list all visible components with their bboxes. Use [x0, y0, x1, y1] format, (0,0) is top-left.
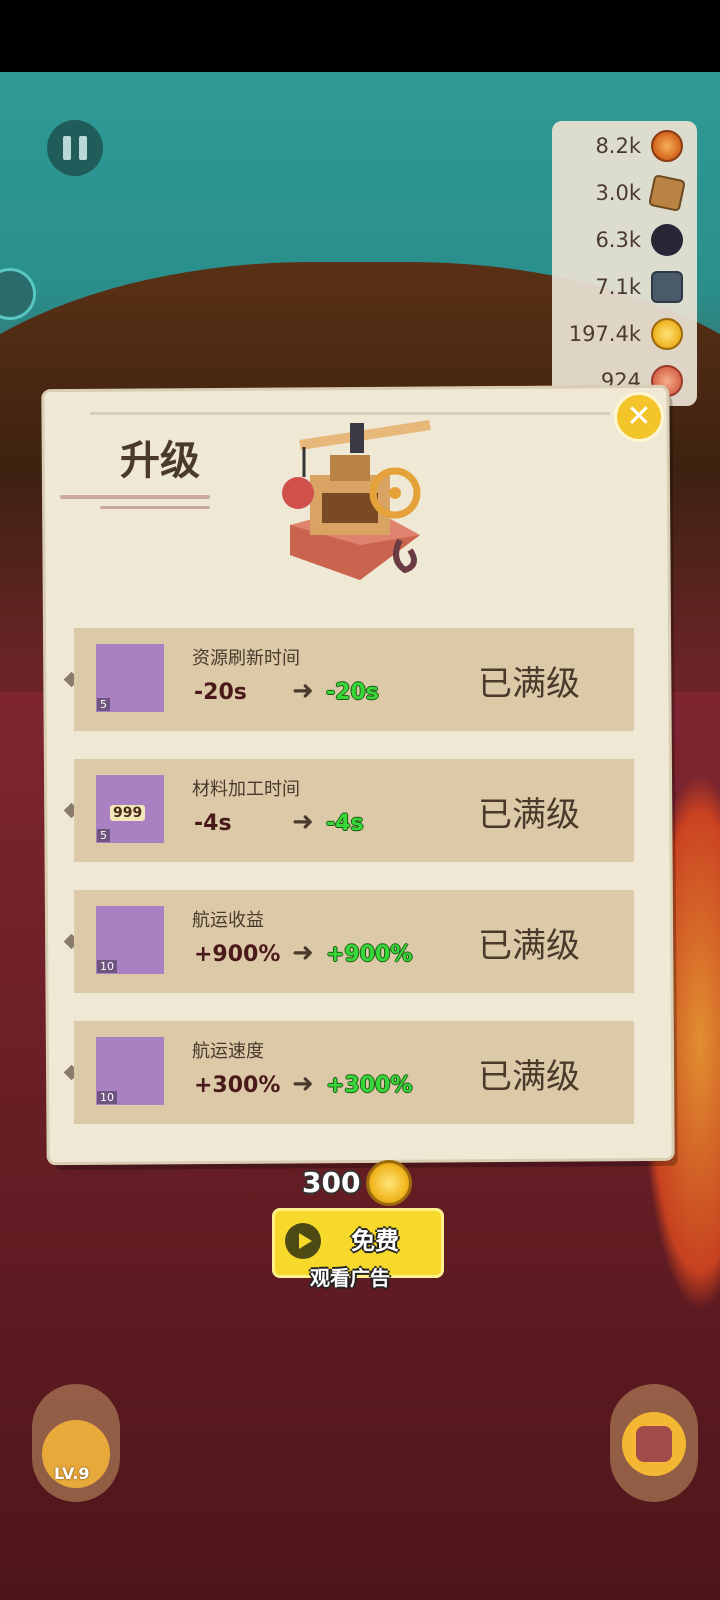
backpack-shape — [636, 1426, 672, 1462]
sailboat-icon: 10 — [96, 1037, 164, 1105]
pause-button[interactable] — [47, 120, 103, 176]
max-level-label: 已满级 — [478, 1057, 580, 1097]
title-underline — [60, 495, 210, 499]
current-value: -4s — [194, 811, 232, 836]
current-value: +300% — [194, 1073, 281, 1098]
upgrade-name: 航运收益 — [192, 910, 264, 931]
arrow-right-icon: ➜ — [292, 676, 314, 706]
backpack-icon — [622, 1412, 686, 1476]
crane-building-icon — [282, 420, 431, 580]
resource-value: 7.1k — [595, 275, 641, 299]
level-label: LV.9 — [54, 1464, 90, 1483]
wood-999-icon: 999 5 — [96, 775, 164, 843]
free-label: 免费 — [351, 1227, 399, 1255]
pause-icon-bar — [79, 136, 87, 160]
upgrade-name: 资源刷新时间 — [192, 648, 300, 669]
pause-icon-bar — [63, 136, 71, 160]
max-level-label: 已满级 — [478, 664, 580, 704]
resource-value: 6.3k — [595, 228, 641, 252]
iron-icon — [651, 271, 683, 303]
backpack-button[interactable] — [610, 1384, 698, 1502]
close-button[interactable]: ✕ — [614, 392, 664, 442]
resource-value: 197.4k — [568, 322, 641, 346]
upgrade-row: 999 5 材料加工时间 -4s ➜ -4s 已满级 — [74, 759, 634, 862]
upgrade-row: 5 资源刷新时间 -20s ➜ -20s 已满级 — [74, 628, 634, 731]
next-value: -4s — [326, 811, 364, 836]
title-underline — [100, 506, 210, 509]
resource-row: 197.4k — [569, 314, 683, 354]
next-value: +300% — [326, 1073, 413, 1098]
arrow-right-icon: ➜ — [292, 938, 314, 968]
upgrade-row: 10 航运收益 +900% ➜ +900% 已满级 — [74, 890, 634, 993]
item-level: 10 — [97, 1091, 117, 1104]
resource-panel: 8.2k 3.0k 6.3k 7.1k 197.4k 924 — [552, 121, 697, 406]
resource-value: 8.2k — [595, 134, 641, 158]
wood-icon — [651, 130, 683, 162]
gold-sack-icon: 10 — [96, 906, 164, 974]
max-level-label: 已满级 — [478, 926, 580, 966]
close-icon: ✕ — [626, 399, 652, 434]
ad-reward-amount: 300 — [302, 1166, 361, 1199]
upgrade-row: 10 航运速度 +300% ➜ +300% 已满级 — [74, 1021, 634, 1124]
next-value: -20s — [326, 680, 379, 705]
item-badge: 999 — [110, 805, 146, 821]
coin-icon — [366, 1160, 412, 1206]
max-level-label: 已满级 — [478, 795, 580, 835]
current-value: +900% — [194, 942, 281, 967]
bomb-icon — [651, 224, 683, 256]
coral-icon: 5 — [96, 644, 164, 712]
resource-value: 3.0k — [595, 181, 641, 205]
resource-row: 8.2k — [595, 126, 683, 166]
next-value: +900% — [326, 942, 413, 967]
arrow-right-icon: ➜ — [292, 807, 314, 837]
current-value: -20s — [194, 680, 247, 705]
resource-row: 7.1k — [595, 267, 683, 307]
resource-row: 6.3k — [595, 220, 683, 260]
item-level: 5 — [97, 829, 110, 842]
resource-row: 3.0k — [595, 173, 686, 213]
watch-ad-label: 观看广告 — [310, 1266, 390, 1290]
item-level: 5 — [97, 698, 110, 711]
crate-icon — [648, 174, 686, 212]
upgrade-name: 材料加工时间 — [192, 779, 300, 800]
arrow-right-icon: ➜ — [292, 1069, 314, 1099]
upgrade-name: 航运速度 — [192, 1041, 264, 1062]
coin-icon — [651, 318, 683, 350]
dialog-title: 升级 — [120, 438, 200, 484]
item-level: 10 — [97, 960, 117, 973]
level-button[interactable]: LV.9 — [32, 1384, 120, 1502]
play-icon — [285, 1223, 321, 1259]
